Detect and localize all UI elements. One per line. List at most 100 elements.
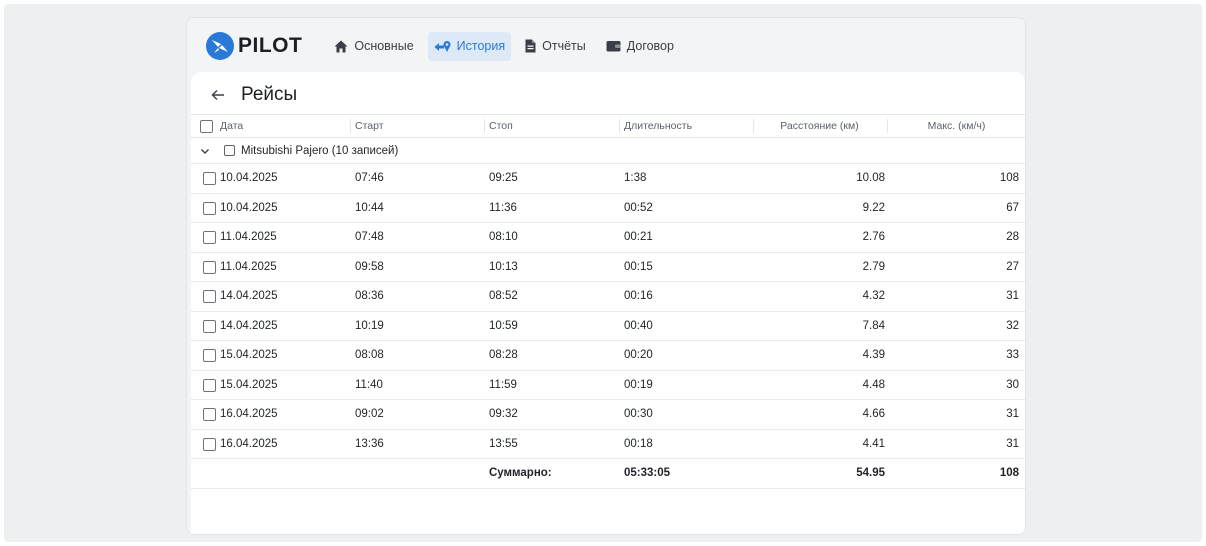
- cell-duration: 00:52: [624, 201, 653, 214]
- cell-date: 10.04.2025: [220, 201, 278, 214]
- table-row[interactable]: 15.04.2025 08:08 08:28 00:20 4.39 33: [191, 341, 1025, 371]
- row-checkbox[interactable]: [203, 319, 216, 333]
- column-header-start[interactable]: Старт: [355, 115, 384, 137]
- wallet-icon: [606, 41, 621, 52]
- cell-max-speed: 31: [1006, 290, 1019, 303]
- cell-max-speed: 31: [1006, 437, 1019, 450]
- group-checkbox[interactable]: [224, 145, 235, 156]
- cell-date: 11.04.2025: [220, 231, 277, 244]
- row-checkbox[interactable]: [203, 408, 216, 421]
- cell-duration: 00:16: [624, 290, 653, 303]
- nav-item-main[interactable]: Основные: [328, 32, 419, 61]
- cell-max-speed: 67: [1006, 201, 1019, 214]
- row-checkbox[interactable]: [203, 378, 216, 392]
- app-window: PILOT Основные История Отчёты Договор Ре…: [186, 17, 1026, 535]
- group-row[interactable]: Mitsubishi Pajero (10 записей): [191, 138, 1025, 164]
- table-row[interactable]: 16.04.2025 13:36 13:55 00:18 4.41 31: [191, 430, 1025, 459]
- cell-start: 11:40: [355, 378, 383, 391]
- chevron-down-icon[interactable]: [199, 145, 211, 157]
- cell-max-speed: 33: [1006, 349, 1019, 362]
- cell-start: 09:58: [355, 260, 384, 273]
- cell-start: 13:36: [355, 437, 384, 450]
- cell-distance: 4.41: [862, 437, 885, 450]
- cell-duration: 00:40: [624, 319, 653, 332]
- row-checkbox[interactable]: [203, 201, 216, 215]
- cell-max-speed: 108: [999, 172, 1019, 185]
- column-header-max-speed[interactable]: Макс. (км/ч): [888, 115, 1025, 137]
- cell-start: 07:48: [355, 231, 384, 244]
- cell-stop: 10:13: [489, 260, 518, 273]
- app-background: PILOT Основные История Отчёты Договор Ре…: [4, 4, 1202, 542]
- cell-stop: 09:32: [489, 408, 518, 421]
- nav-item-contract[interactable]: Договор: [600, 32, 680, 61]
- row-checkbox[interactable]: [203, 172, 216, 185]
- cell-max-speed: 30: [1006, 378, 1019, 391]
- table-row[interactable]: 14.04.2025 08:36 08:52 00:16 4.32 31: [191, 282, 1025, 312]
- brand-name: PILOT: [238, 34, 303, 57]
- cell-date: 14.04.2025: [220, 319, 278, 332]
- cell-distance: 7.84: [862, 319, 885, 332]
- nav-item-history[interactable]: История: [427, 31, 512, 61]
- cell-start: 09:02: [355, 408, 384, 421]
- cell-duration: 00:18: [624, 437, 653, 450]
- column-header-date[interactable]: Дата: [220, 115, 243, 137]
- column-divider: [619, 119, 620, 133]
- table-body: 10.04.2025 07:46 09:25 1:38 10.08 108 10.04.20…: [191, 164, 1025, 459]
- row-checkbox[interactable]: [203, 231, 216, 244]
- row-checkbox[interactable]: [203, 260, 216, 274]
- cell-stop: 10:59: [489, 319, 518, 332]
- back-button[interactable]: [207, 84, 229, 106]
- cell-distance: 4.66: [862, 408, 885, 421]
- table-row[interactable]: 10.04.2025 07:46 09:25 1:38 10.08 108: [191, 164, 1025, 194]
- cell-date: 16.04.2025: [220, 437, 278, 450]
- table-row[interactable]: 11.04.2025 07:48 08:10 00:21 2.76 28: [191, 223, 1025, 253]
- page-title: Рейсы: [241, 84, 298, 105]
- row-checkbox[interactable]: [203, 290, 216, 303]
- select-all-checkbox[interactable]: [200, 120, 213, 133]
- table-row[interactable]: 14.04.2025 10:19 10:59 00:40 7.84 32: [191, 312, 1025, 341]
- column-header-stop[interactable]: Стоп: [489, 115, 513, 137]
- nav-item-label: История: [456, 39, 506, 53]
- brand-logo[interactable]: PILOT: [205, 31, 302, 61]
- table-row[interactable]: 10.04.2025 10:44 11:36 00:52 9.22 67: [191, 194, 1025, 223]
- table-row[interactable]: 16.04.2025 09:02 09:32 00:30 4.66 31: [191, 400, 1025, 430]
- totals-distance: 54.95: [856, 467, 885, 480]
- totals-label: Суммарно:: [489, 467, 552, 480]
- cell-max-speed: 32: [1006, 319, 1019, 332]
- cell-distance: 9.22: [862, 201, 885, 214]
- document-icon: [525, 39, 536, 53]
- column-divider: [484, 119, 485, 133]
- cell-start: 10:44: [355, 201, 384, 214]
- cell-duration: 00:20: [624, 349, 653, 362]
- cell-start: 08:36: [355, 290, 384, 303]
- column-divider: [350, 119, 351, 133]
- cell-distance: 4.48: [862, 378, 885, 391]
- nav-item-label: Отчёты: [542, 39, 586, 53]
- cell-distance: 4.32: [862, 290, 885, 303]
- nav-item-label: Договор: [626, 39, 674, 53]
- pilot-logo-icon: [206, 32, 234, 60]
- cell-date: 15.04.2025: [220, 378, 278, 391]
- table-row[interactable]: 15.04.2025 11:40 11:59 00:19 4.48 30: [191, 371, 1025, 400]
- cell-stop: 13:55: [489, 437, 518, 450]
- cell-max-speed: 28: [1006, 231, 1019, 244]
- nav-item-reports[interactable]: Отчёты: [519, 32, 592, 61]
- cell-max-speed: 27: [1006, 260, 1019, 273]
- column-header-duration[interactable]: Длительность: [624, 115, 692, 137]
- cell-stop: 11:59: [489, 378, 517, 391]
- cell-stop: 08:10: [489, 231, 518, 244]
- cell-start: 08:08: [355, 349, 384, 362]
- row-checkbox[interactable]: [203, 437, 216, 451]
- table-header: Дата Старт Стоп Длительность Расстояние …: [191, 114, 1025, 138]
- row-checkbox[interactable]: [203, 349, 216, 362]
- home-icon: [334, 40, 348, 52]
- column-header-distance[interactable]: Расстояние (км): [754, 115, 885, 137]
- cell-duration: 00:21: [624, 231, 653, 244]
- cell-stop: 11:36: [489, 201, 517, 214]
- cell-date: 11.04.2025: [220, 260, 277, 273]
- table-row[interactable]: 11.04.2025 09:58 10:13 00:15 2.79 27: [191, 253, 1025, 282]
- cell-stop: 08:28: [489, 349, 518, 362]
- cell-max-speed: 31: [1006, 408, 1019, 421]
- cell-distance: 10.08: [856, 172, 885, 185]
- page-header: Рейсы: [207, 84, 297, 106]
